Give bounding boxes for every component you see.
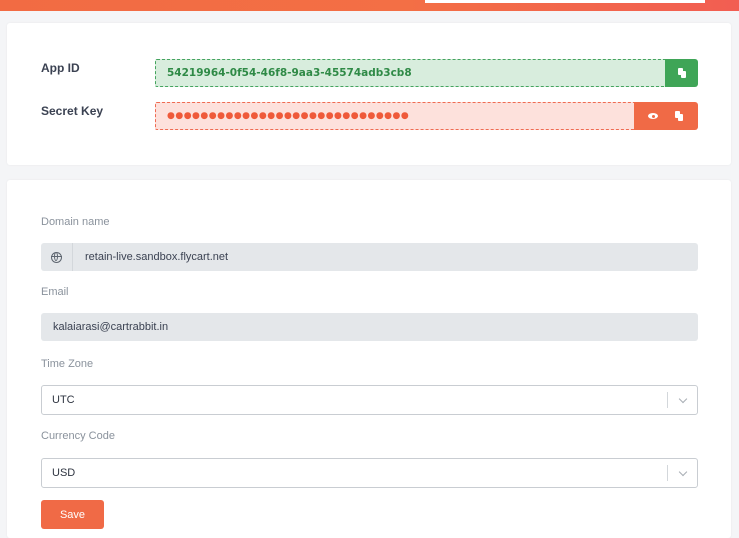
api-credentials-card: App ID 54219964-0f54-46f8-9aa3-45574adb3… [7,23,731,165]
time-zone-value: UTC [52,394,75,406]
domain-name-label: Domain name [41,216,110,228]
currency-code-label: Currency Code [41,430,115,442]
copy-icon [676,67,688,79]
time-zone-select[interactable]: UTC [41,385,698,415]
time-zone-label: Time Zone [41,358,94,370]
domain-name-value: retain-live.sandbox.flycart.net [85,251,229,263]
email-field: kalaiarasi@cartrabbit.in [41,313,698,341]
chevron-down-icon [678,394,687,403]
app-id-field: 54219964-0f54-46f8-9aa3-45574adb3cb8 [155,59,667,87]
top-header-bar [0,0,739,11]
secret-key-field: ●●●●●●●●●●●●●●●●●●●●●●●●●●●●● [155,102,667,130]
domain-name-field: retain-live.sandbox.flycart.net [41,243,698,271]
app-id-label: App ID [41,61,80,75]
currency-code-value: USD [52,467,76,479]
domain-addon [41,243,73,271]
copy-secret-key-button[interactable] [673,110,685,122]
currency-code-select[interactable]: USD [41,458,698,488]
chevron-down-icon [678,467,687,476]
account-settings-card: Domain name retain-live.sandbox.flycart.… [7,180,731,538]
show-secret-button[interactable] [647,110,659,122]
copy-app-id-button[interactable] [665,59,698,87]
secret-key-actions [634,102,698,130]
time-zone-dropdown-toggle[interactable] [668,386,697,414]
globe-icon [51,251,62,263]
currency-dropdown-toggle[interactable] [668,459,697,487]
save-button[interactable]: Save [41,500,104,529]
top-header-tab [425,0,705,3]
secret-key-label: Secret Key [41,104,104,118]
email-label: Email [41,286,69,298]
